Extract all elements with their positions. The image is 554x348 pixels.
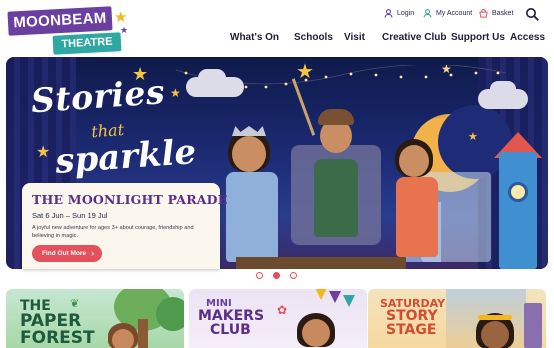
search-icon <box>526 8 539 21</box>
promo-card-paper-forest[interactable]: ❦ THE PAPER FOREST <box>6 289 184 348</box>
child-face <box>302 319 330 347</box>
nav-support-us[interactable]: Support Us <box>451 32 507 43</box>
account-link[interactable]: My Account <box>423 9 472 18</box>
carousel-dot-1[interactable] <box>256 272 263 279</box>
nav-whats-on[interactable]: What's On <box>230 32 281 43</box>
promo-card-mini-makers[interactable]: ✿ MINI MAKERS CLUB <box>189 289 367 348</box>
account-icon <box>423 9 432 18</box>
nav-access[interactable]: Access <box>510 32 547 43</box>
stage-platform <box>236 257 406 269</box>
promo-title: THE PAPER FOREST <box>20 298 95 348</box>
nav-label: Schools <box>294 32 333 43</box>
child-face <box>112 329 134 348</box>
nav-label: Access <box>510 32 546 43</box>
find-out-more-label: Find Out More <box>42 250 87 257</box>
carousel-dot-2[interactable] <box>273 272 280 279</box>
basket-link[interactable]: Basket <box>479 8 514 18</box>
cloud <box>490 81 516 97</box>
nav-label: Support Us <box>451 32 505 43</box>
child-crown <box>216 122 296 262</box>
hero-title-line-1: Stories <box>29 72 167 121</box>
basket-icon <box>479 8 488 18</box>
event-dates: Sat 6 Jun – Sun 19 Jul <box>32 211 108 220</box>
carousel-dot-3[interactable] <box>290 272 297 279</box>
site-logo[interactable]: MOONBEAM THEATRE ★ ★ <box>7 6 129 55</box>
nav-label: What's On <box>230 32 280 43</box>
account-label: My Account <box>436 10 473 17</box>
logo-star-icon: ★ <box>114 9 128 26</box>
nav-label: Creative Club <box>382 32 447 43</box>
logo-line-2: THEATRE <box>52 32 122 55</box>
event-card: THE MOONLIGHT PARADE Sat 6 Jun – Sun 19 … <box>22 183 228 269</box>
event-title: THE MOONLIGHT PARADE <box>32 192 228 207</box>
event-description: A joyful new adventure for ages 3+ about… <box>32 225 194 239</box>
hero-title-line-3: sparkle <box>53 132 198 182</box>
cardboard-tower <box>499 152 537 269</box>
promo-card-story-stage[interactable]: SATURDAY STORY STAGE <box>368 289 546 348</box>
nav-creative-club[interactable]: Creative Club <box>382 32 448 43</box>
basket-label: Basket <box>492 10 514 17</box>
carousel-indicators <box>256 272 297 279</box>
person-icon <box>384 9 393 18</box>
nav-visit[interactable]: Visit <box>344 32 367 43</box>
logo-line-1: MOONBEAM <box>7 6 113 36</box>
nav-label: Visit <box>344 32 365 43</box>
star-icon: ★ <box>441 62 452 76</box>
child-wand <box>291 78 381 262</box>
login-link[interactable]: Login <box>384 9 414 18</box>
chevron-right-icon: › <box>91 249 94 258</box>
nav-schools[interactable]: Schools <box>294 32 335 43</box>
find-out-more-button[interactable]: Find Out More › <box>32 245 102 262</box>
promo-title: MINI MAKERS CLUB <box>198 298 265 338</box>
star-icon: ★ <box>468 131 478 143</box>
wand-star-icon: ★ <box>296 61 314 83</box>
child-face <box>481 321 509 348</box>
child-cape <box>386 137 491 262</box>
login-label: Login <box>397 10 415 17</box>
tower-window <box>508 182 528 202</box>
promo-title: SATURDAY STORY STAGE <box>380 297 446 338</box>
flower-icon: ✿ <box>277 303 288 317</box>
logo-small-star-icon: ★ <box>120 25 129 35</box>
search-button[interactable] <box>525 7 539 21</box>
